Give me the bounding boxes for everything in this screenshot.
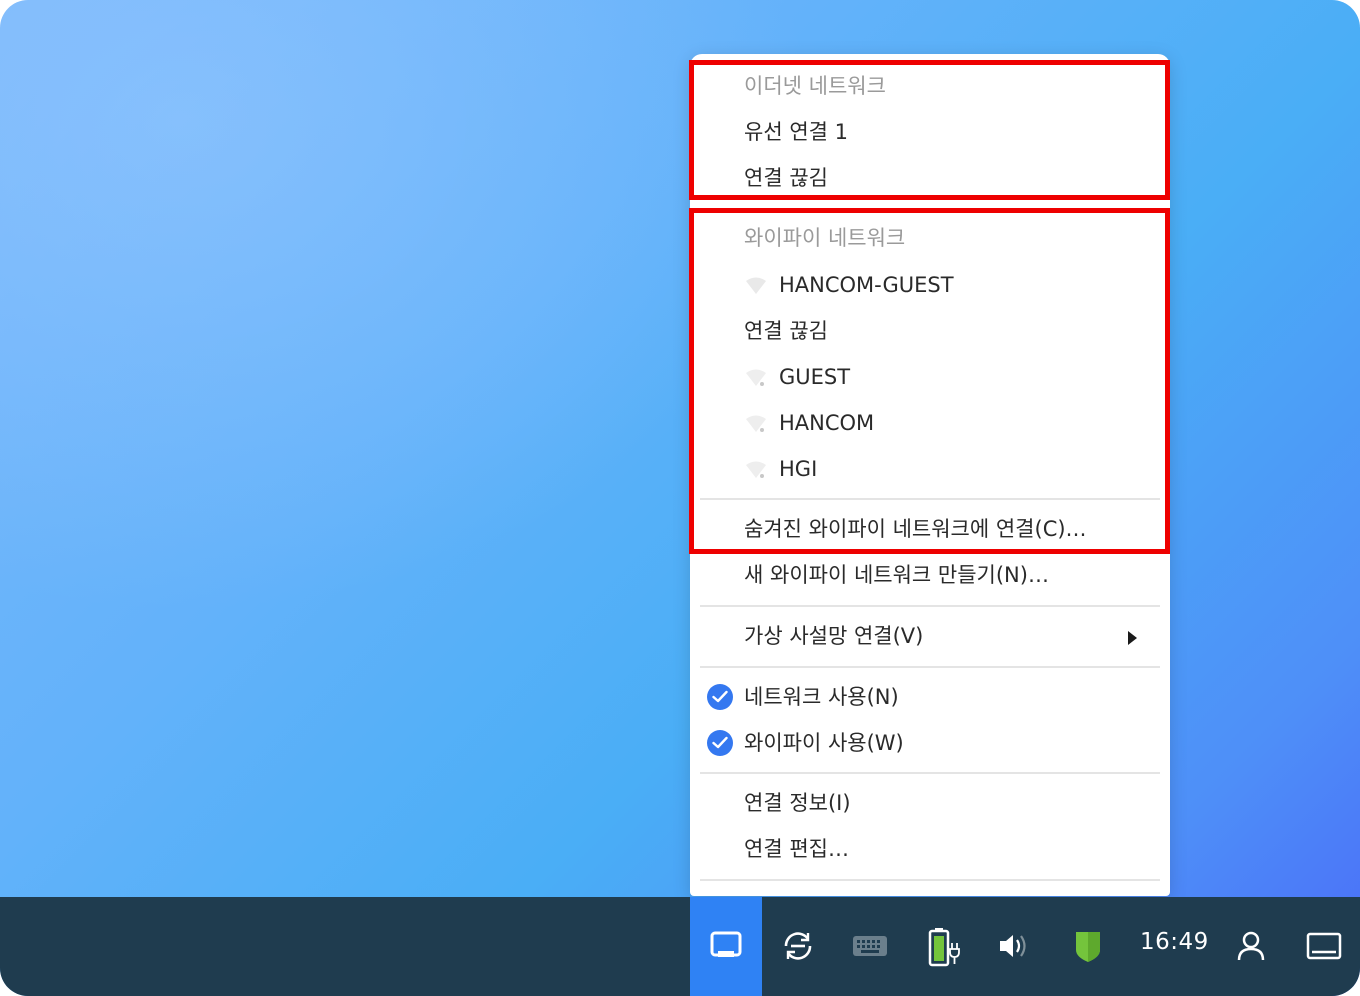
battery-icon[interactable] xyxy=(928,927,960,967)
edit-connections[interactable]: 연결 편집… xyxy=(744,829,849,869)
network-tray-button[interactable] xyxy=(690,897,762,996)
taskbar: 16:49 xyxy=(0,897,1360,996)
create-new-wifi[interactable]: 새 와이파이 네트워크 만들기(N)… xyxy=(744,555,1049,595)
clock[interactable]: 16:49 xyxy=(1140,929,1209,955)
connection-information[interactable]: 연결 정보(I) xyxy=(744,783,851,823)
checkmark-icon xyxy=(707,730,733,756)
volume-icon[interactable] xyxy=(998,931,1032,961)
sync-icon[interactable] xyxy=(780,928,816,964)
keyboard-icon[interactable] xyxy=(852,935,888,957)
menu-separator xyxy=(700,879,1160,881)
wifi-highlight-box xyxy=(689,208,1170,554)
shield-icon[interactable] xyxy=(1074,930,1102,964)
checkmark-icon xyxy=(707,684,733,710)
ethernet-highlight-box xyxy=(689,60,1170,200)
desktop: 이더넷 네트워크 유선 연결 1 연결 끊김 와이파이 네트워크 HANCOM-… xyxy=(0,0,1360,996)
menu-separator xyxy=(700,772,1160,774)
enable-networking[interactable]: 네트워크 사용(N) xyxy=(744,677,899,717)
menu-separator xyxy=(700,605,1160,607)
submenu-arrow-icon xyxy=(1128,631,1137,645)
network-icon xyxy=(710,931,742,957)
menu-separator xyxy=(700,666,1160,668)
enable-wifi[interactable]: 와이파이 사용(W) xyxy=(744,723,904,763)
user-icon[interactable] xyxy=(1236,930,1266,962)
vpn-connections[interactable]: 가상 사설망 연결(V) xyxy=(744,616,923,656)
desktop-icon[interactable] xyxy=(1306,932,1342,960)
